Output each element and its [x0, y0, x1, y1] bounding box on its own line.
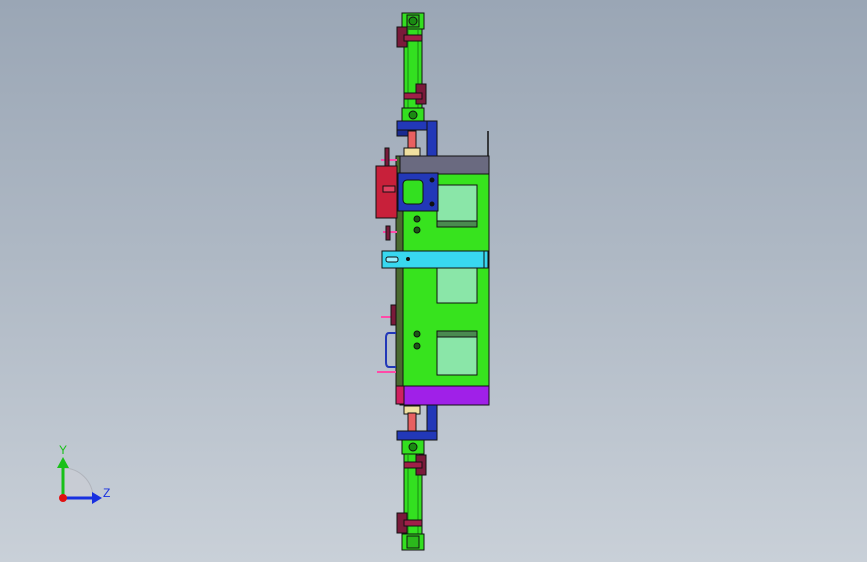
z-axis-label: Z [103, 486, 110, 500]
left-red-block[interactable] [375, 165, 398, 219]
y-axis-arrow [57, 457, 69, 468]
top-cover-plate [399, 155, 490, 175]
triad-origin [59, 494, 67, 502]
triad-quarter-disc [62, 467, 94, 499]
axis-triad: Y Z [57, 443, 110, 504]
cad-viewport[interactable]: Y Z [0, 0, 867, 562]
bottom-piston-rod [403, 405, 421, 432]
window-middle [436, 265, 478, 304]
square-mount-bracket[interactable] [397, 172, 439, 212]
left-handle[interactable] [385, 332, 396, 368]
z-axis-arrow [92, 492, 102, 504]
bottom-purple-plate [399, 385, 490, 406]
window-bottom [436, 330, 478, 376]
y-axis-label: Y [59, 443, 67, 457]
bottom-cylinder[interactable] [396, 439, 427, 551]
cyan-slider-bar[interactable] [381, 250, 489, 269]
top-cylinder[interactable] [396, 12, 427, 123]
window-top [436, 184, 478, 228]
